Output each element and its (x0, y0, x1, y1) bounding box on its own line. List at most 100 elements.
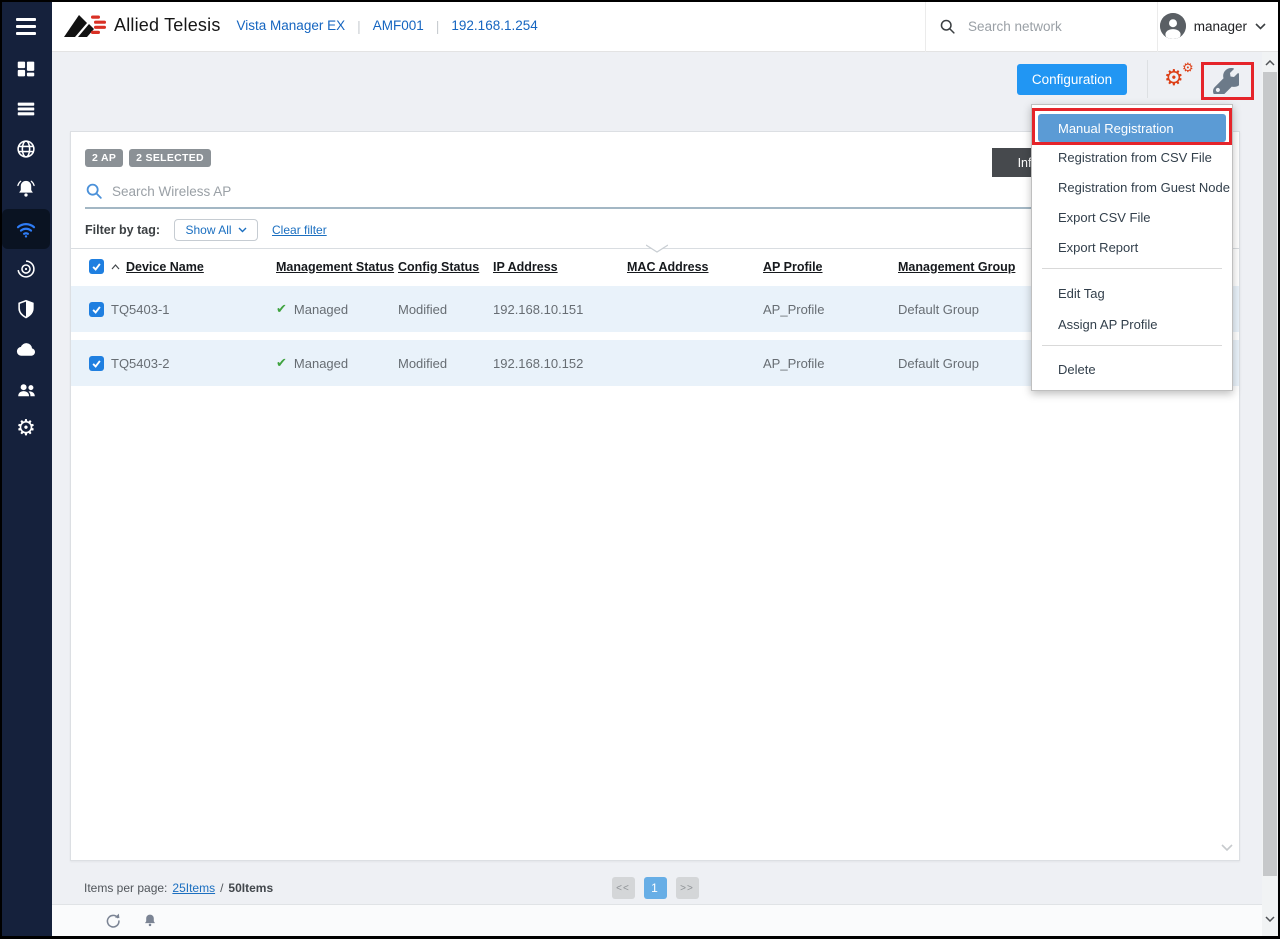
scrollbar-thumb[interactable] (1263, 72, 1277, 876)
menu-divider (1042, 345, 1222, 346)
collapse-notch-icon[interactable] (646, 244, 668, 253)
menu-item-delete[interactable]: Delete (1032, 356, 1232, 382)
column-header-ip-address[interactable]: IP Address (493, 260, 627, 274)
scrollbar-up-arrow[interactable] (1262, 54, 1278, 72)
total-items: 50Items (228, 881, 273, 895)
menu-item-edit-tag[interactable]: Edit Tag (1032, 279, 1232, 307)
clear-filter-link[interactable]: Clear filter (272, 223, 327, 237)
sidebar-item-awc[interactable] (0, 249, 52, 289)
scroll-down-indicator-icon[interactable] (1221, 844, 1233, 852)
column-header-ap-profile[interactable]: AP Profile (763, 260, 898, 274)
menu-item-export-report[interactable]: Export Report (1032, 232, 1232, 262)
items-per-page-label: Items per page: (84, 881, 167, 895)
user-menu[interactable]: manager (1160, 0, 1266, 52)
search-icon (939, 18, 956, 35)
search-wireless-ap-input[interactable] (112, 184, 612, 199)
cell-config-status: Modified (398, 302, 493, 317)
menu-divider (1042, 268, 1222, 269)
select-all-checkbox[interactable] (89, 259, 104, 274)
user-avatar (1160, 13, 1186, 39)
menu-item-manual-registration[interactable]: Manual Registration (1038, 114, 1226, 142)
table-footer: << 1 >> Items per page: 25Items / 50Item… (70, 876, 1240, 902)
column-header-mac-address[interactable]: MAC Address (627, 260, 763, 274)
menu-item-registration-from-csv[interactable]: Registration from CSV File (1032, 142, 1232, 172)
tools-dropdown-menu: Manual Registration Registration from CS… (1031, 104, 1233, 391)
sidebar-item-wireless[interactable] (2, 209, 50, 249)
filter-by-tag-label: Filter by tag: (85, 223, 160, 237)
cell-management-status: ✔ Managed (276, 356, 398, 371)
column-header-management-status[interactable]: Management Status (276, 260, 398, 274)
small-gear-icon: ⚙ (1182, 62, 1194, 75)
pagination-prev-button[interactable]: << (612, 877, 635, 899)
sidebar-nav: ⚙ (0, 52, 52, 936)
cell-device-name: TQ5403-2 (111, 356, 276, 371)
column-header-device-name[interactable]: Device Name (111, 260, 276, 274)
tag-filter-dropdown[interactable]: Show All (174, 219, 258, 241)
sidebar-item-cloud[interactable] (0, 329, 52, 369)
sidebar-item-dashboard[interactable] (0, 49, 52, 89)
tools-wrench-button[interactable] (1213, 68, 1241, 94)
search-icon (85, 182, 103, 200)
sidebar-item-network-map[interactable] (0, 129, 52, 169)
awc-target-icon (15, 258, 37, 280)
configuration-button[interactable]: Configuration (1017, 64, 1127, 95)
menu-item-export-csv[interactable]: Export CSV File (1032, 202, 1232, 232)
page-size-25-link[interactable]: 25Items (172, 881, 215, 895)
notifications-button[interactable] (142, 912, 158, 934)
events-bell-icon (15, 178, 37, 200)
separator: / (220, 881, 223, 895)
sidebar-item-users[interactable] (0, 369, 52, 409)
toolbar-divider (1147, 60, 1148, 98)
search-network-input[interactable] (968, 19, 1128, 34)
cell-ip-address: 192.168.10.151 (493, 302, 627, 317)
ap-count-badge: 2 AP (85, 149, 123, 167)
refresh-button[interactable] (104, 912, 122, 935)
chevron-down-icon (238, 227, 247, 233)
menu-item-registration-from-guest-node[interactable]: Registration from Guest Node (1032, 172, 1232, 202)
chevron-down-icon (1255, 23, 1266, 30)
top-bar: Allied Telesis Vista Manager EX | AMF001… (0, 0, 1280, 52)
breadcrumb: Vista Manager EX | AMF001 | 192.168.1.25… (237, 0, 538, 51)
column-header-config-status[interactable]: Config Status (398, 260, 493, 274)
wireless-wifi-icon (14, 217, 38, 241)
sidebar-item-asset-management[interactable] (0, 89, 52, 129)
cell-device-name: TQ5403-1 (111, 302, 276, 317)
cell-ap-profile: AP_Profile (763, 302, 898, 317)
hamburger-icon (16, 18, 36, 21)
brand-name: Allied Telesis (114, 15, 221, 36)
cell-ap-profile: AP_Profile (763, 356, 898, 371)
managed-check-icon: ✔ (276, 302, 287, 317)
smart-ap-control-button[interactable]: ⚙ ⚙ (1164, 64, 1200, 96)
hamburger-menu-button[interactable] (0, 0, 52, 52)
settings-gear-icon: ⚙ (16, 418, 36, 440)
username: manager (1194, 19, 1247, 34)
users-icon (15, 378, 38, 401)
managed-check-icon: ✔ (276, 356, 287, 371)
sidebar-item-security[interactable] (0, 289, 52, 329)
gears-icon: ⚙ (1164, 68, 1184, 90)
pagination-next-button[interactable]: >> (676, 877, 699, 899)
items-per-page: Items per page: 25Items / 50Items (84, 881, 273, 895)
row-checkbox[interactable] (89, 356, 104, 371)
sidebar-item-settings[interactable]: ⚙ (0, 409, 52, 449)
network-search (925, 0, 1158, 52)
pagination-page-1-button[interactable]: 1 (644, 877, 667, 899)
wireless-ap-search (85, 182, 1185, 200)
cell-management-status: ✔ Managed (276, 302, 398, 317)
brand: Allied Telesis (64, 0, 221, 51)
asset-list-icon (15, 98, 37, 120)
allied-telesis-logo-icon (64, 13, 108, 39)
vertical-scrollbar[interactable] (1262, 52, 1278, 936)
scrollbar-down-arrow[interactable] (1262, 910, 1278, 928)
link-vista-manager[interactable]: Vista Manager EX (237, 18, 346, 33)
sidebar-item-events[interactable] (0, 169, 52, 209)
network-globe-icon (15, 138, 37, 160)
link-controller-ip[interactable]: 192.168.1.254 (451, 18, 537, 33)
status-bar (52, 904, 1262, 936)
sort-asc-icon (111, 264, 120, 270)
cell-config-status: Modified (398, 356, 493, 371)
row-checkbox[interactable] (89, 302, 104, 317)
link-network-name[interactable]: AMF001 (373, 18, 424, 33)
menu-item-assign-ap-profile[interactable]: Assign AP Profile (1032, 307, 1232, 341)
cell-ip-address: 192.168.10.152 (493, 356, 627, 371)
